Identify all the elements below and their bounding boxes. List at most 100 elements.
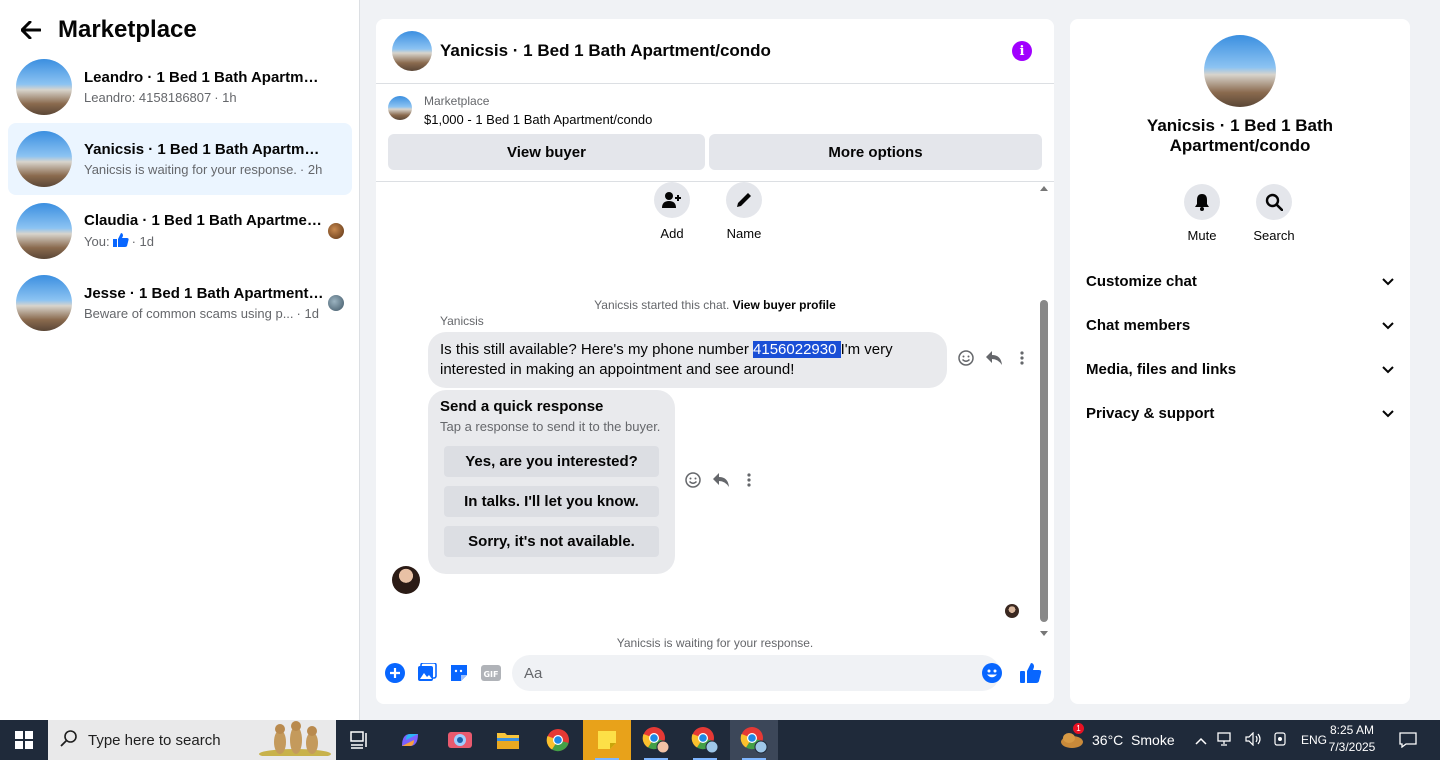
chrome-icon[interactable]	[534, 720, 582, 760]
conversation-item[interactable]: Claudia · 1 Bed 1 Bath Apartmen... You: …	[8, 195, 352, 267]
chevron-down-icon	[1382, 405, 1394, 422]
chrome-profile-icon[interactable]	[632, 720, 680, 760]
conversation-item[interactable]: Leandro · 1 Bed 1 Bath Apartment/... Lea…	[8, 51, 352, 123]
back-arrow-icon[interactable]	[20, 19, 42, 41]
mute-action[interactable]: Mute	[1172, 184, 1232, 243]
message-bubble[interactable]: Is this still available? Here's my phone…	[428, 332, 947, 388]
conversation-time: · 2h	[299, 162, 323, 177]
search-action[interactable]: Search	[1244, 184, 1304, 243]
plus-icon[interactable]	[384, 662, 406, 684]
info-icon[interactable]: i	[1012, 41, 1032, 61]
conversation-item[interactable]: Yanicsis · 1 Bed 1 Bath Apartment/... Ya…	[8, 123, 352, 195]
section-label: Customize chat	[1086, 272, 1197, 290]
gif-icon[interactable]: GIF	[480, 662, 502, 684]
taskbar-search[interactable]: Type here to search	[48, 720, 336, 760]
privacy-support-section[interactable]: Privacy & support	[1086, 401, 1394, 425]
customize-chat-section[interactable]: Customize chat	[1086, 269, 1394, 293]
listing-thumbnail[interactable]	[392, 31, 432, 71]
listing-source: Marketplace	[424, 94, 490, 108]
system-tray: ENG	[1195, 720, 1327, 760]
quick-response-actions	[685, 472, 757, 488]
weather-icon: 1	[1060, 722, 1084, 752]
listing-thumbnail	[16, 275, 72, 331]
add-person-icon[interactable]	[654, 182, 690, 218]
windows-start-icon[interactable]	[0, 720, 48, 760]
quick-response-subtitle: Tap a response to send it to the buyer.	[440, 419, 661, 434]
chevron-up-icon[interactable]	[1195, 733, 1207, 748]
sticker-icon[interactable]	[448, 662, 470, 684]
listing-banner: Marketplace $1,000 - 1 Bed 1 Bath Apartm…	[376, 84, 1054, 182]
name-action[interactable]: Name	[714, 182, 774, 241]
scroll-up-icon[interactable]	[1040, 186, 1048, 191]
chat-members-section[interactable]: Chat members	[1086, 313, 1394, 337]
reply-icon[interactable]	[713, 472, 729, 488]
sticky-notes-icon[interactable]	[583, 720, 631, 760]
chat-title[interactable]: Yanicsis · 1 Bed 1 Bath Apartment/condo	[440, 41, 771, 61]
message-composer: GIF Aa	[376, 642, 1054, 704]
view-buyer-profile-link[interactable]: View buyer profile	[733, 298, 836, 312]
quick-response-option[interactable]: In talks. I'll let you know.	[444, 486, 659, 517]
conversation-name: Yanicsis · 1 Bed 1 Bath Apartment/...	[84, 141, 324, 158]
meet-now-icon[interactable]	[1273, 731, 1287, 749]
chrome-profile-icon[interactable]	[681, 720, 729, 760]
quick-response-title: Send a quick response	[440, 398, 604, 415]
conversation-preview: Leandro: 4158186807	[84, 90, 212, 105]
conversation-time: · 1h	[214, 90, 237, 105]
search-icon[interactable]	[1256, 184, 1292, 220]
like-icon	[112, 233, 129, 250]
view-buyer-button[interactable]: View buyer	[388, 134, 705, 170]
message-input[interactable]: Aa	[512, 655, 1000, 691]
more-icon[interactable]	[1014, 350, 1030, 366]
file-explorer-icon[interactable]	[484, 720, 532, 760]
message-text: Is this still available? Here's my phone…	[440, 341, 754, 358]
add-label: Add	[660, 226, 684, 241]
sender-avatar[interactable]	[392, 566, 420, 594]
network-icon[interactable]	[1217, 731, 1235, 749]
photo-app-icon[interactable]	[436, 720, 484, 760]
conversation-preview: Beware of common scams using p...	[84, 306, 294, 321]
info-title: Yanicsis · 1 Bed 1 Bath Apartment/condo	[1146, 116, 1334, 155]
bell-icon[interactable]	[1184, 184, 1220, 220]
highlighted-phone: 4156022930	[753, 341, 841, 358]
listing-price-title[interactable]: $1,000 - 1 Bed 1 Bath Apartment/condo	[424, 112, 652, 127]
conversation-item[interactable]: Jesse · 1 Bed 1 Bath Apartment/c... Bewa…	[8, 267, 352, 339]
chat-started-text: Yanicsis started this chat.	[594, 298, 730, 312]
scroll-thumb[interactable]	[1040, 300, 1048, 622]
svg-text:GIF: GIF	[483, 670, 498, 679]
message-scrollbar[interactable]	[1038, 182, 1050, 642]
notifications-icon[interactable]	[1384, 720, 1432, 760]
weather-widget[interactable]: 1 36°C Smoke	[1060, 720, 1175, 760]
clock[interactable]: 8:25 AM 7/3/2025	[1322, 722, 1382, 756]
sidebar-title: Marketplace	[58, 16, 197, 43]
conversation-name: Leandro · 1 Bed 1 Bath Apartment/...	[84, 69, 324, 86]
add-action[interactable]: Add	[642, 182, 702, 241]
conversation-name: Jesse · 1 Bed 1 Bath Apartment/c...	[84, 285, 324, 302]
volume-icon[interactable]	[1245, 731, 1263, 749]
scroll-down-icon[interactable]	[1040, 631, 1048, 636]
page-scrollbar[interactable]	[1423, 0, 1440, 720]
pencil-icon[interactable]	[726, 182, 762, 218]
meerkat-illustration-icon	[258, 720, 332, 760]
chat-panel: Yanicsis · 1 Bed 1 Bath Apartment/condo …	[376, 19, 1054, 704]
reply-icon[interactable]	[986, 350, 1002, 366]
task-view-icon[interactable]	[336, 720, 384, 760]
seen-avatar	[328, 295, 344, 311]
copilot-icon[interactable]	[386, 720, 434, 760]
photo-icon[interactable]	[416, 662, 438, 684]
react-icon[interactable]	[685, 472, 701, 488]
emoji-icon[interactable]	[981, 662, 1003, 684]
quick-response-option[interactable]: Yes, are you interested?	[444, 446, 659, 477]
section-label: Media, files and links	[1086, 360, 1237, 378]
quick-response-option[interactable]: Sorry, it's not available.	[444, 526, 659, 557]
search-label: Search	[1253, 228, 1295, 243]
chrome-profile-icon[interactable]	[730, 720, 778, 760]
sidebar-header: Marketplace	[20, 16, 197, 44]
react-icon[interactable]	[958, 350, 974, 366]
clock-date: 7/3/2025	[1328, 740, 1376, 754]
more-icon[interactable]	[741, 472, 757, 488]
media-files-section[interactable]: Media, files and links	[1086, 357, 1394, 381]
more-options-button[interactable]: More options	[709, 134, 1042, 170]
conversation-name: Claudia · 1 Bed 1 Bath Apartmen...	[84, 212, 324, 229]
like-button-icon[interactable]	[1020, 662, 1042, 684]
chevron-down-icon	[1382, 273, 1394, 290]
